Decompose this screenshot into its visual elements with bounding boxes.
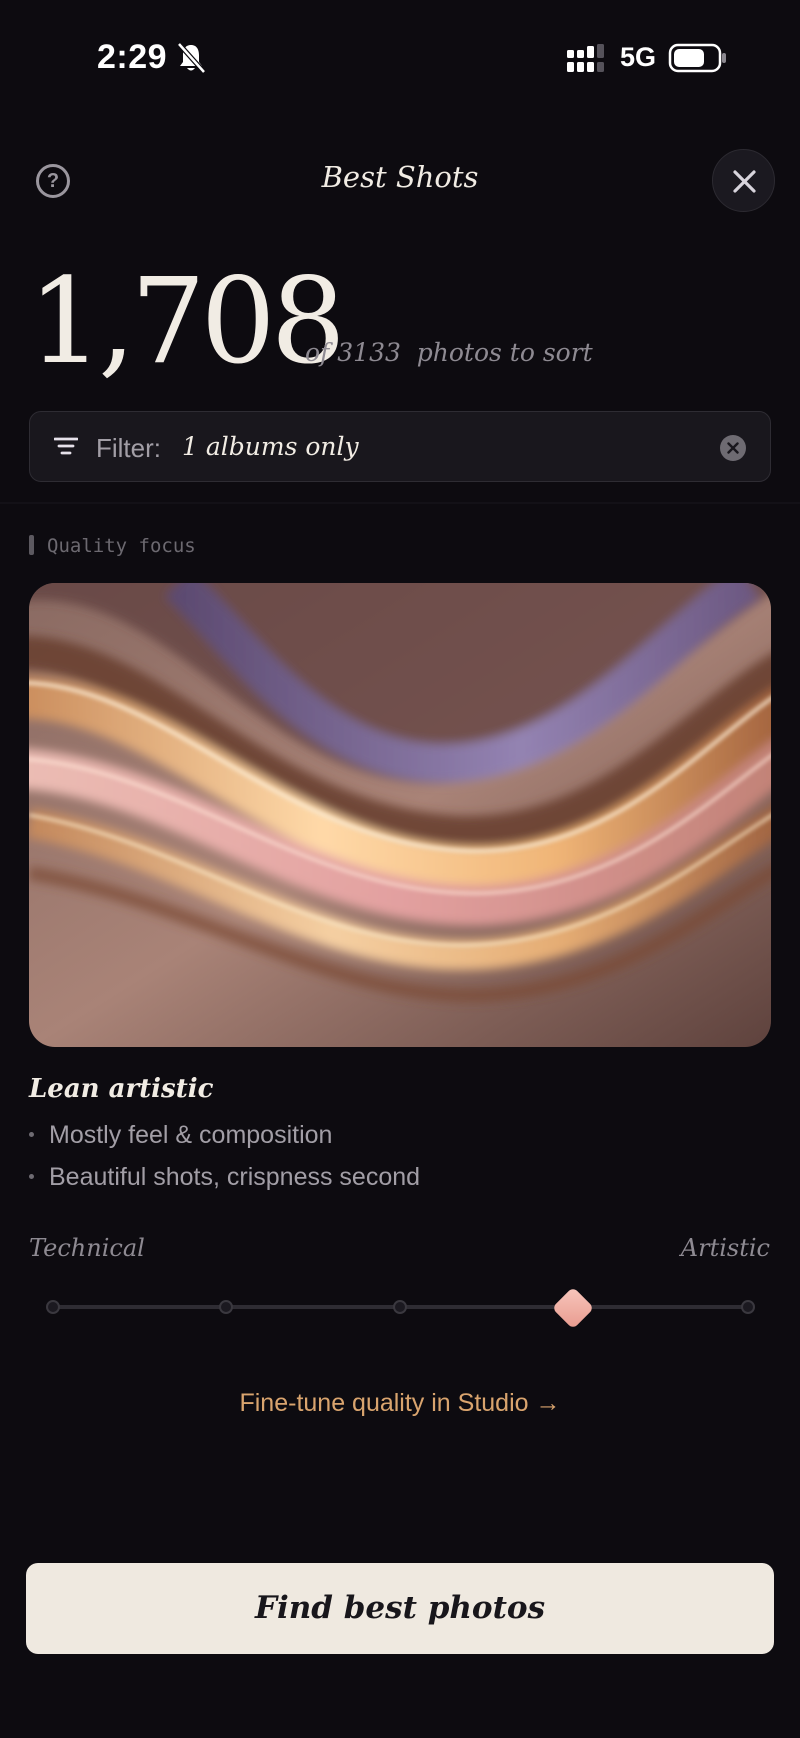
status-bar: 2:29 5G [0, 0, 800, 110]
slider-stop-5[interactable] [741, 1300, 755, 1314]
signal-icon [567, 44, 604, 72]
bullet-dot [29, 1173, 34, 1179]
slider-stop-1[interactable] [46, 1300, 60, 1314]
bullet-text: Mostly feel & composition [49, 1121, 333, 1149]
status-time: 2:29 [97, 38, 168, 76]
quality-mode-title: Lean artistic [29, 1074, 214, 1104]
studio-link[interactable]: Fine-tune quality in Studio → [0, 1389, 800, 1418]
quality-slider-thumb[interactable] [551, 1286, 595, 1330]
clear-circle-icon [727, 442, 739, 454]
battery-icon [668, 43, 726, 73]
filter-label: Filter: [96, 433, 161, 463]
section-divider [0, 502, 800, 504]
close-button[interactable] [712, 149, 775, 212]
slider-label-artistic: Artistic [680, 1234, 770, 1262]
slider-label-technical: Technical [29, 1234, 145, 1262]
network-label: 5G [620, 42, 657, 72]
list-item: Beautiful shots, crispness second [29, 1163, 420, 1192]
page-title: Best Shots [321, 160, 479, 194]
slider-stop-2[interactable] [219, 1300, 233, 1314]
filter-value: 1 albums only [182, 432, 359, 461]
bullet-dot [29, 1131, 34, 1137]
list-item: Mostly feel & composition [29, 1121, 332, 1150]
photo-count: 1,708 [28, 252, 346, 390]
find-best-photos-button[interactable]: Find best photos [26, 1563, 774, 1654]
slider-stop-3[interactable] [393, 1300, 407, 1314]
section-label: Quality focus [47, 535, 196, 557]
bell-slash-icon [177, 42, 206, 74]
bullet-text: Beautiful shots, crispness second [49, 1163, 421, 1191]
quality-preview-image [29, 583, 771, 1047]
section-marker [29, 535, 34, 555]
filter-lines-icon [54, 437, 78, 455]
photo-count-subtitle: of 3133 photos to sort [305, 338, 593, 367]
close-icon [733, 170, 756, 193]
filter-clear-button[interactable] [720, 435, 746, 461]
filter-bar[interactable]: Filter: 1 albums only [29, 411, 771, 482]
